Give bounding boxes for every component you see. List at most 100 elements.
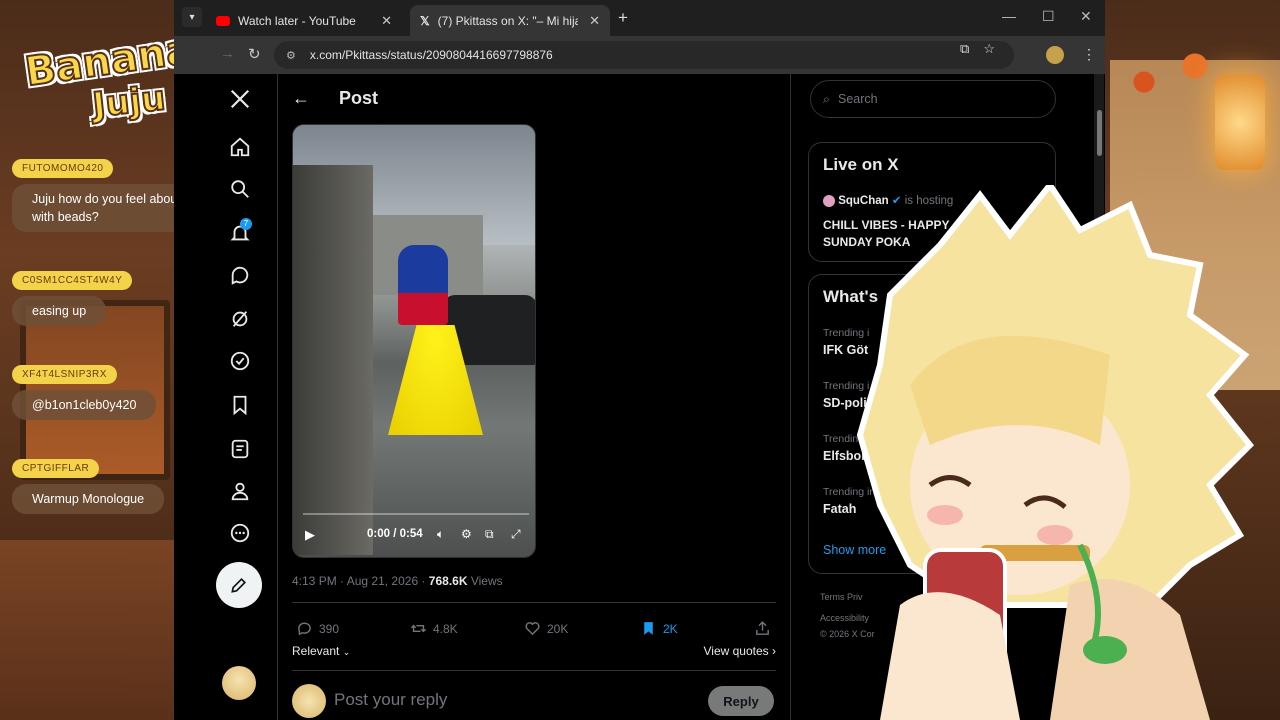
notification-badge: 7 [240,218,252,230]
x-logo-icon[interactable] [227,86,253,112]
new-tab-button[interactable]: + [618,8,628,28]
live-title: Live on X [823,155,899,174]
repost-button[interactable]: 4.8K [410,620,458,637]
chat-text: Warmup Monologue [12,484,165,514]
install-app-icon[interactable]: ⧉ [960,41,969,57]
reply-input[interactable]: Post your reply [334,690,447,710]
page-title: Post [339,88,379,108]
chat-text: easing up [12,296,107,326]
pip-icon[interactable]: ⧉ [485,527,494,542]
repost-count: 4.8K [433,621,458,636]
post-date[interactable]: Aug 21, 2026 [347,574,418,588]
reply-submit-button[interactable]: Reply [708,686,774,716]
video-controls: ▶ 0:00 / 0:54 🔈︎ ⚙ ⧉ ⤢ [293,513,535,557]
close-icon[interactable]: ✕ [381,13,392,29]
bookmark-star-icon[interactable]: ☆ [983,41,995,57]
reply-sort-label: Relevant [292,644,340,658]
left-navigation: 7 [204,74,276,720]
heart-icon [525,622,540,636]
reply-sort-dropdown[interactable]: Relevant ⌄ [292,644,350,658]
extension-icon[interactable] [1046,46,1064,64]
view-quotes-label: View quotes [703,644,769,658]
more-icon[interactable] [227,520,253,546]
repost-icon [410,624,427,633]
grok-slash-icon[interactable] [227,306,253,332]
site-info-icon[interactable]: ⚙ [286,49,296,62]
account-avatar[interactable] [222,666,256,700]
vtuber-avatar [856,185,1255,720]
like-button[interactable]: 20K [524,620,568,637]
host-avatar [823,194,835,207]
address-bar[interactable]: ⚙ x.com/Pkittass/status/2090804416697798… [274,41,1014,69]
settings-gear-icon[interactable]: ⚙ [461,527,472,541]
volume-icon[interactable]: 🔈︎ [437,527,444,542]
tab-x-post[interactable]: 𝕏 (7) Pkittass on X: "– Mi hija: Mar ✕ [410,5,610,36]
divider [292,670,776,671]
divider [790,74,791,720]
chat-username: XF4T4LSNIP3RX [12,365,117,384]
bookmarks-icon[interactable] [227,392,253,418]
reply-count: 390 [319,621,340,636]
url-text: x.com/Pkittass/status/209080441669779887… [309,48,553,62]
close-window-button[interactable]: ✕ [1080,8,1092,25]
reload-button[interactable]: ↻ [248,45,261,63]
divider [292,602,776,603]
post-time[interactable]: 4:13 PM [292,574,337,588]
view-quotes-link[interactable]: View quotes › [704,644,777,658]
search-icon: ⌕ [823,91,831,106]
chat-message: CPTGIFFLAR Warmup Monologue [12,458,165,524]
tab-title: Watch later - YouTube [238,13,356,28]
views-count: 768.6K [428,574,468,588]
avatar-blush [1037,525,1073,545]
close-icon[interactable]: ✕ [589,13,600,29]
scrollbar-thumb[interactable] [1097,110,1102,156]
like-count: 20K [547,621,569,636]
tab-search-button[interactable]: ▾ [182,7,202,27]
tab-youtube[interactable]: Watch later - YouTube ✕ [206,5,402,36]
reply-button[interactable]: 390 [296,620,339,637]
address-bar-row: → ↻ ⚙ x.com/Pkittass/status/209080441669… [174,36,1105,74]
search-icon[interactable] [227,176,253,202]
tab-bar: ▾ Watch later - YouTube ✕ 𝕏 (7) Pkittass… [174,0,1105,36]
chat-message: C0SM1CC4ST4W4Y easing up [12,270,133,336]
browser-menu-icon[interactable]: ⋮ [1082,46,1096,63]
chat-username: FUTOMOMO420 [12,159,114,178]
chat-text: @b1on1cleb0y420 [12,390,157,420]
fullscreen-icon[interactable]: ⤢ [511,527,521,542]
avatar-leaf [1083,636,1127,664]
chat-username: C0SM1CC4ST4W4Y [12,271,133,290]
video-player[interactable]: ▶ 0:00 / 0:54 🔈︎ ⚙ ⧉ ⤢ [292,124,536,558]
lists-icon[interactable] [227,436,253,462]
search-input[interactable]: ⌕ Search [810,80,1056,118]
bookmark-filled-icon [644,622,653,635]
chat-message: XF4T4LSNIP3RX @b1on1cleb0y420 [12,364,157,430]
video-time: 0:00 / 0:54 [367,528,423,540]
video-frame-truck [293,165,373,555]
video-frame-person [398,245,448,325]
chevron-down-icon: ⌄ [342,647,351,657]
play-icon[interactable]: ▶ [305,527,315,543]
background-shelf [0,540,180,720]
grok-icon[interactable] [227,262,253,288]
minimize-button[interactable]: — [1002,8,1016,24]
address-actions: ⧉ ☆ [960,41,995,57]
chevron-right-icon: › [772,644,776,658]
compose-post-button[interactable] [216,562,262,608]
video-progress-bar[interactable] [303,513,529,515]
bookmark-count: 2K [663,621,678,636]
chat-username: CPTGIFFLAR [12,459,100,478]
post-actions: 390 4.8K 20K 2K [292,614,776,644]
search-placeholder: Search [838,92,878,106]
verified-icon[interactable] [227,348,253,374]
maximize-button[interactable]: ☐ [1042,8,1055,25]
bookmark-button[interactable]: 2K [640,620,678,637]
home-icon[interactable] [227,134,253,160]
post-column: ← Post ▶ 0:00 / 0:54 🔈︎ ⚙ ⧉ ⤢ 4:13 PM · … [278,74,790,720]
profile-icon[interactable] [227,478,253,504]
post-meta: 4:13 PM · Aug 21, 2026 · 768.6K Views [292,574,503,588]
back-arrow-icon[interactable]: ← [292,88,310,109]
forward-button[interactable]: → [220,45,235,62]
compose-icon [231,577,247,593]
youtube-icon [216,15,230,26]
share-button[interactable] [754,620,771,637]
